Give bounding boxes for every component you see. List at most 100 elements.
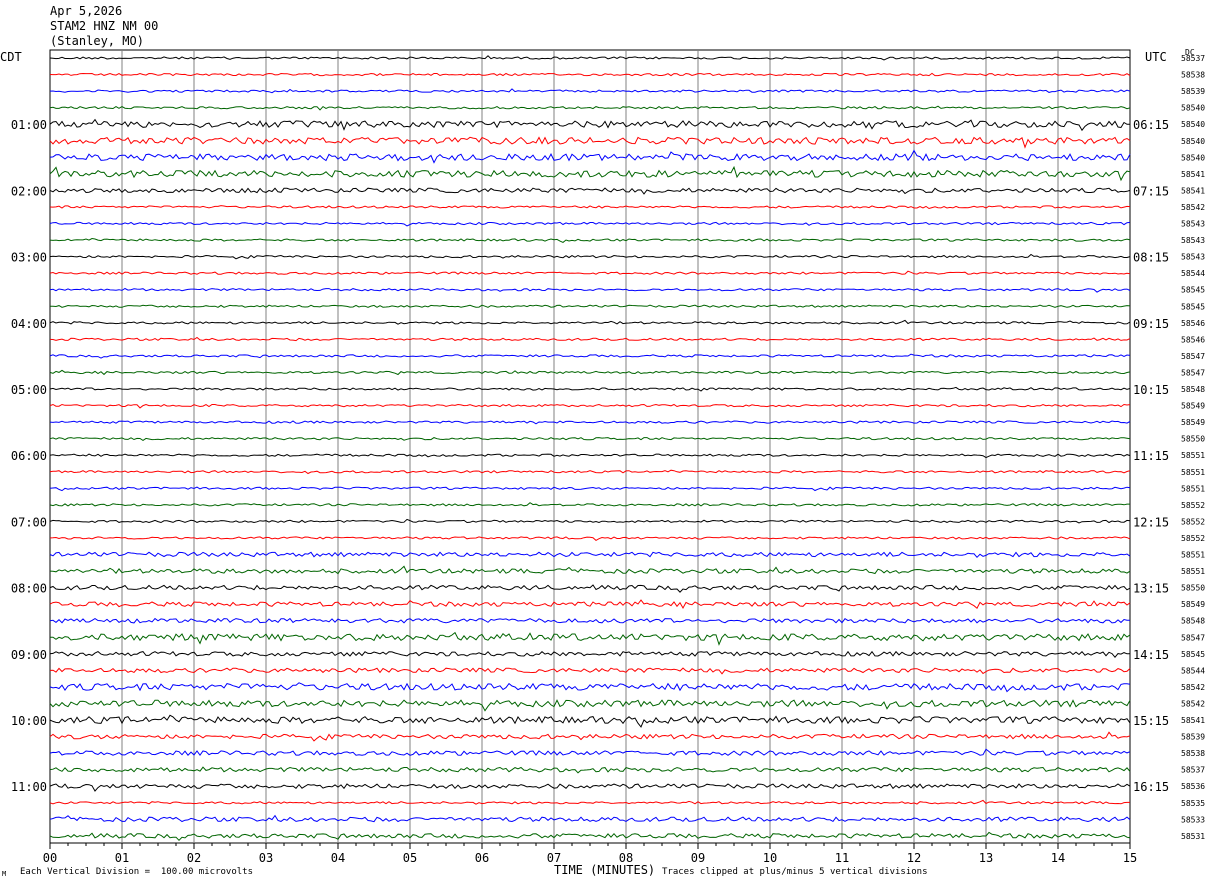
- dc-value-label: 58549: [1181, 600, 1205, 609]
- right-time-label: 14:15: [1133, 648, 1169, 662]
- dc-value-label: 58543: [1181, 253, 1205, 262]
- x-tick-label: 13: [979, 851, 993, 865]
- right-time-label: 07:15: [1133, 184, 1169, 198]
- right-time-label: 08:15: [1133, 251, 1169, 265]
- dc-value-label: 58538: [1181, 749, 1205, 758]
- seismic-trace: [49, 631, 1131, 646]
- dc-value-label: 58537: [1181, 766, 1205, 775]
- seismic-trace: [49, 486, 1131, 492]
- right-time-label: 16:15: [1133, 780, 1169, 794]
- seismic-trace: [49, 831, 1131, 842]
- left-time-label: 10:00: [11, 714, 47, 728]
- left-time-label: 09:00: [11, 648, 47, 662]
- seismic-trace: [49, 319, 1131, 325]
- seismic-trace: [49, 814, 1131, 823]
- dc-value-label: 58540: [1181, 104, 1205, 113]
- seismic-trace: [49, 799, 1130, 805]
- seismic-trace: [49, 599, 1131, 610]
- seismic-trace: [49, 72, 1131, 77]
- clip-note: Traces clipped at plus/minus 5 vertical …: [662, 867, 928, 877]
- corner-mark: M: [2, 870, 7, 878]
- right-time-label: 12:15: [1133, 515, 1169, 529]
- seismic-trace: [49, 336, 1131, 342]
- dc-value-label: 58540: [1181, 153, 1205, 162]
- x-tick-label: 14: [1051, 851, 1065, 865]
- seismic-trace: [49, 386, 1131, 392]
- dc-value-label: 58547: [1181, 352, 1205, 361]
- dc-value-label: 58549: [1181, 402, 1205, 411]
- scale-note: Each Vertical Division = 100.00 microvol…: [20, 867, 253, 877]
- left-time-label: 03:00: [11, 251, 47, 265]
- dc-value-label: 58551: [1181, 451, 1205, 460]
- dc-value-label: 58545: [1181, 302, 1205, 311]
- x-tick-label: 04: [331, 851, 345, 865]
- seismic-trace: [49, 650, 1130, 658]
- dc-value-label: 58543: [1181, 220, 1205, 229]
- seismic-trace: [49, 584, 1131, 593]
- dc-value-label: 58537: [1181, 54, 1205, 63]
- seismic-trace: [49, 565, 1131, 575]
- right-time-label: 10:15: [1133, 383, 1169, 397]
- seismic-trace: [49, 221, 1131, 227]
- x-axis-title: TIME (MINUTES): [554, 863, 656, 877]
- dc-value-label: 58548: [1181, 617, 1205, 626]
- dc-value-label: 58539: [1181, 733, 1205, 742]
- seismic-trace: [49, 205, 1131, 210]
- dc-value-label: 58541: [1181, 170, 1205, 179]
- plot-frame: [49, 49, 1131, 844]
- x-tick-label: 12: [907, 851, 921, 865]
- dc-value-label: 58543: [1181, 236, 1205, 245]
- seismic-trace: [49, 518, 1131, 524]
- dc-value-label: 58547: [1181, 633, 1205, 642]
- seismic-trace: [49, 304, 1131, 308]
- dc-value-label: 58541: [1181, 186, 1205, 195]
- dc-value-label: 58533: [1181, 815, 1205, 824]
- seismic-trace: [49, 682, 1131, 693]
- x-tick-label: 05: [403, 851, 417, 865]
- dc-value-label: 58549: [1181, 418, 1205, 427]
- dc-value-label: 58546: [1181, 335, 1205, 344]
- left-time-label: 08:00: [11, 582, 47, 596]
- seismic-trace: [49, 731, 1131, 742]
- seismic-trace: [49, 270, 1131, 275]
- dc-value-label: 58551: [1181, 484, 1205, 493]
- left-time-label: 06:00: [11, 449, 47, 463]
- seismic-trace: [49, 287, 1131, 293]
- seismic-trace: [49, 403, 1131, 409]
- dc-value-label: 58551: [1181, 551, 1205, 560]
- seismogram-plot: 00 01 02 03 04 05 06 07 08 09 10 11 12 13 14 1558537585…: [11, 49, 1205, 865]
- dc-value-label: 58542: [1181, 683, 1205, 692]
- x-tick-label: 15: [1123, 851, 1137, 865]
- left-time-label: 05:00: [11, 383, 47, 397]
- right-time-label: 09:15: [1133, 317, 1169, 331]
- seismic-trace: [49, 420, 1131, 425]
- right-time-label: 15:15: [1133, 714, 1169, 728]
- dc-value-label: 58550: [1181, 584, 1205, 593]
- seismic-trace: [49, 55, 1131, 61]
- x-tick-label: 11: [835, 851, 849, 865]
- seismic-trace: [49, 699, 1131, 712]
- dc-value-label: 58538: [1181, 71, 1205, 80]
- dc-value-label: 58542: [1181, 203, 1205, 212]
- dc-value-label: 58547: [1181, 368, 1205, 377]
- seismic-trace: [49, 436, 1131, 441]
- seismic-trace: [49, 766, 1131, 774]
- dc-value-label: 58551: [1181, 468, 1205, 477]
- seismic-trace: [49, 617, 1131, 624]
- right-time-label: 11:15: [1133, 449, 1169, 463]
- dc-value-label: 58536: [1181, 782, 1205, 791]
- dc-value-label: 58546: [1181, 319, 1205, 328]
- seismic-trace: [49, 118, 1130, 132]
- dc-value-label: 58544: [1181, 269, 1205, 278]
- seismic-trace: [49, 353, 1131, 359]
- left-time-label: 01:00: [11, 118, 47, 132]
- left-time-label: 11:00: [11, 780, 47, 794]
- seismic-trace: [49, 237, 1131, 243]
- seismic-trace: [49, 502, 1130, 507]
- dc-value-label: 58552: [1181, 534, 1205, 543]
- seismic-trace: [49, 165, 1131, 182]
- dc-value-label: 58540: [1181, 137, 1205, 146]
- left-time-label: 04:00: [11, 317, 47, 331]
- left-time-label: 02:00: [11, 184, 47, 198]
- seismic-trace: [49, 783, 1131, 792]
